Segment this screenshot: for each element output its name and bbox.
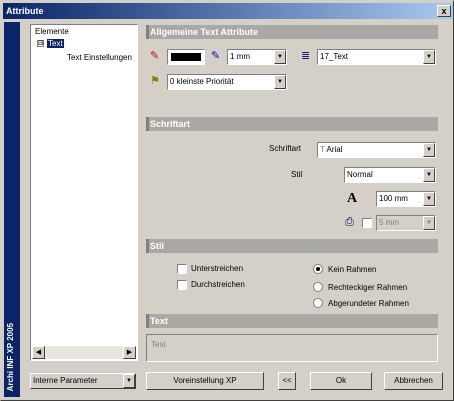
color-swatch (171, 53, 201, 61)
close-button[interactable]: x (437, 5, 451, 17)
tree-horizontal-scrollbar[interactable]: ◀ ▶ (32, 346, 136, 359)
font-style-value: Normal (347, 170, 373, 179)
pen-thickness-combo[interactable]: 1 mm ▼ (227, 49, 287, 65)
tree-item-text[interactable]: Text (47, 39, 64, 48)
chevron-down-icon[interactable]: ▼ (274, 75, 286, 89)
frame-none-radio[interactable] (313, 264, 323, 274)
section-text-title: Text (150, 316, 168, 326)
chevron-down-icon[interactable]: ▼ (274, 50, 286, 64)
section-text: Text (146, 314, 438, 328)
font-value: Arial (326, 145, 343, 154)
section-general-title: Allgemeine Text Attribute (150, 27, 259, 37)
priority-value: 0 kleinste Priorität (170, 77, 234, 86)
section-bar (146, 239, 149, 253)
pen-thickness-value: 1 mm (230, 52, 250, 61)
layer-value: 17_Text (320, 52, 349, 61)
internal-params-label: Interne Parameter (33, 376, 98, 385)
color-selector[interactable] (167, 49, 205, 65)
layer-icon: ≣ (301, 50, 311, 62)
print-size-value: 5 mm (379, 218, 399, 227)
chevron-down-icon[interactable]: ▼ (423, 50, 435, 64)
section-font-title: Schriftart (150, 119, 191, 129)
section-bar (146, 25, 149, 39)
scroll-left-button[interactable]: ◀ (32, 346, 45, 359)
chevron-down-icon[interactable]: ▼ (423, 192, 435, 206)
print-size-combo[interactable]: 5 mm ▼ (376, 215, 436, 231)
brand-text: Archi INF XP 2005 (6, 322, 15, 391)
underline-label: Unterstreichen (191, 264, 244, 273)
font-style-combo[interactable]: Normal ▼ (344, 167, 436, 183)
collapse-button[interactable]: << (278, 372, 296, 390)
tree-item-elemente[interactable]: Elemente (35, 27, 69, 36)
frame-rect-label: Rechteckiger Rahmen (328, 283, 408, 292)
ok-button[interactable]: Ok (310, 372, 372, 390)
chevron-down-icon[interactable]: ▼ (423, 168, 435, 182)
font-size-icon: A (347, 191, 358, 206)
internal-params-combo[interactable]: Interne Parameter ▼ (30, 373, 136, 389)
frame-rect-radio[interactable] (313, 282, 323, 292)
brand-strip: Archi INF XP 2005 (4, 22, 20, 397)
printer-icon: ⎙ (345, 216, 354, 228)
section-font: Schriftart (146, 117, 438, 131)
section-style: Stil (146, 239, 438, 253)
style-label: Stil (291, 170, 303, 179)
chevron-down-icon[interactable]: ▼ (423, 216, 435, 230)
attribute-dialog: Attribute x Archi INF XP 2005 Elemente ⊟… (0, 0, 454, 401)
section-style-title: Stil (150, 241, 165, 251)
tree-expander-icon[interactable]: ⊟ (37, 40, 44, 47)
section-bar (146, 117, 149, 131)
frame-none-label: Kein Rahmen (328, 265, 377, 274)
font-size-value: 100 mm (379, 194, 408, 203)
layer-combo[interactable]: 17_Text ▼ (317, 49, 436, 65)
chevron-down-icon[interactable]: ▼ (123, 374, 135, 388)
element-tree[interactable]: Elemente ⊟ Text Text Einstellungen ◀ ▶ (30, 24, 138, 361)
strikethrough-checkbox[interactable] (177, 280, 187, 290)
cancel-button[interactable]: Abbrechen (384, 372, 443, 390)
title-bar: Attribute x (3, 3, 453, 19)
section-general: Allgemeine Text Attribute (146, 25, 438, 39)
font-size-combo[interactable]: 100 mm ▼ (376, 191, 436, 207)
defaults-button[interactable]: Voreinstellung XP (146, 372, 264, 390)
tree-item-text-einstellungen[interactable]: Text Einstellungen (67, 53, 132, 62)
print-size-checkbox[interactable] (362, 218, 372, 228)
priority-icon: ⚑ (150, 75, 160, 87)
strikethrough-label: Durchstreichen (191, 280, 245, 289)
font-combo[interactable]: T Arial ▼ (317, 142, 436, 158)
truetype-icon: T (320, 145, 325, 154)
frame-round-radio[interactable] (313, 298, 323, 308)
window-title: Attribute (6, 6, 44, 16)
text-input[interactable]: Test (146, 334, 438, 362)
scroll-right-button[interactable]: ▶ (123, 346, 136, 359)
underline-checkbox[interactable] (177, 264, 187, 274)
pen-thickness-icon: ✎ (211, 50, 221, 62)
frame-round-label: Abgerundeter Rahmen (328, 299, 409, 308)
pen-color-icon: ✎ (150, 50, 160, 62)
font-label: Schriftart (269, 144, 302, 153)
section-bar (146, 314, 149, 328)
chevron-down-icon[interactable]: ▼ (423, 143, 435, 157)
priority-combo[interactable]: 0 kleinste Priorität ▼ (167, 74, 287, 90)
